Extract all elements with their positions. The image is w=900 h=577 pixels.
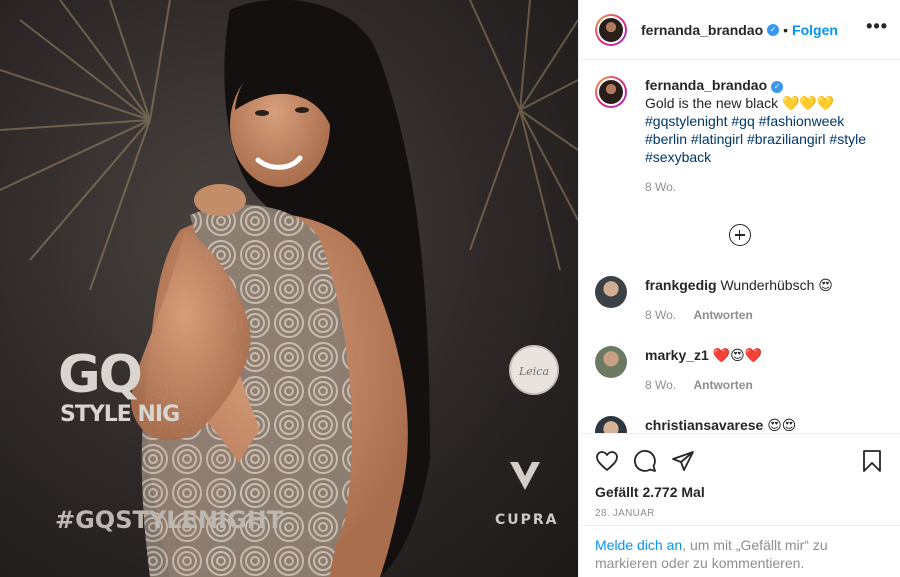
login-prompt: Melde dich an, um mit „Gefällt mir“ zu m… xyxy=(579,525,900,577)
leica-logo-text: Leica xyxy=(518,365,549,378)
gq-logo-watermark: GQ xyxy=(58,345,143,405)
verified-badge-icon: ✓ xyxy=(767,23,780,36)
comment-username[interactable]: marky_z1 xyxy=(645,347,709,363)
bookmark-icon[interactable] xyxy=(860,449,884,476)
caption-hashtags[interactable]: #gqstylenight #gq #fashionweek #berlin #… xyxy=(645,112,884,166)
comment-item: frankgedig Wunderhübsch 😍 8 Wo. Antworte… xyxy=(595,276,884,324)
post-photo[interactable]: Leica GQ STYLE NIG #GQSTYLENIGHT CUPRA xyxy=(0,0,578,577)
heart-icon[interactable] xyxy=(595,449,619,476)
comment-item: christiansavarese 😍😍 xyxy=(595,416,884,433)
load-more-comments xyxy=(595,224,884,246)
comments-section[interactable]: fernanda_brandao ✓ Gold is the new black … xyxy=(579,60,900,433)
cupra-logo-watermark: CUPRA xyxy=(495,512,559,528)
comment-username[interactable]: christiansavarese xyxy=(645,417,763,433)
comment-time: 8 Wo. xyxy=(645,308,677,322)
commenter-avatar[interactable] xyxy=(595,416,627,433)
post-side-panel: fernanda_brandao ✓ • Folgen ••• fernanda… xyxy=(578,0,900,577)
reply-button[interactable]: Antworten xyxy=(693,308,752,322)
comment-text: 😍😍 xyxy=(767,417,797,433)
more-options-icon[interactable]: ••• xyxy=(866,16,888,43)
paper-plane-icon[interactable] xyxy=(671,449,695,476)
author-avatar[interactable] xyxy=(595,13,627,46)
caption-text: Gold is the new black 💛💛💛 xyxy=(645,95,835,111)
post-header: fernanda_brandao ✓ • Folgen ••• xyxy=(579,0,900,60)
comment-time: 8 Wo. xyxy=(645,378,677,392)
instagram-post: Leica GQ STYLE NIG #GQSTYLENIGHT CUPRA f… xyxy=(0,0,900,577)
caption-time: 8 Wo. xyxy=(645,180,677,194)
caption-avatar[interactable] xyxy=(595,76,627,108)
post-date: 28. JANUAR xyxy=(595,508,655,519)
caption-row: fernanda_brandao ✓ Gold is the new black … xyxy=(595,76,884,196)
comment-username[interactable]: frankgedig xyxy=(645,277,717,293)
style-night-watermark: STYLE NIG xyxy=(60,402,180,427)
photo-illustration: Leica xyxy=(0,0,578,577)
likes-count[interactable]: Gefällt 2.772 Mal xyxy=(595,484,884,500)
comment-text: ❤️😍❤️ xyxy=(712,347,763,363)
commenter-avatar[interactable] xyxy=(595,346,627,378)
follow-button[interactable]: Folgen xyxy=(792,22,838,38)
gqstylenight-watermark: #GQSTYLENIGHT xyxy=(55,506,284,534)
verified-badge-icon: ✓ xyxy=(771,81,784,93)
login-link[interactable]: Melde dich an xyxy=(595,537,682,553)
separator-dot: • xyxy=(783,21,789,38)
caption-username[interactable]: fernanda_brandao xyxy=(645,77,767,93)
comment-item: marky_z1 ❤️😍❤️ 8 Wo. Antworten xyxy=(595,346,884,394)
comment-bubble-icon[interactable] xyxy=(633,449,657,476)
commenter-avatar[interactable] xyxy=(595,276,627,308)
comment-text: Wunderhübsch 😍 xyxy=(720,277,833,293)
post-actions: Gefällt 2.772 Mal 28. JANUAR xyxy=(579,433,900,525)
author-username[interactable]: fernanda_brandao xyxy=(641,22,763,38)
plus-circle-icon[interactable] xyxy=(728,224,751,246)
reply-button[interactable]: Antworten xyxy=(693,378,752,392)
